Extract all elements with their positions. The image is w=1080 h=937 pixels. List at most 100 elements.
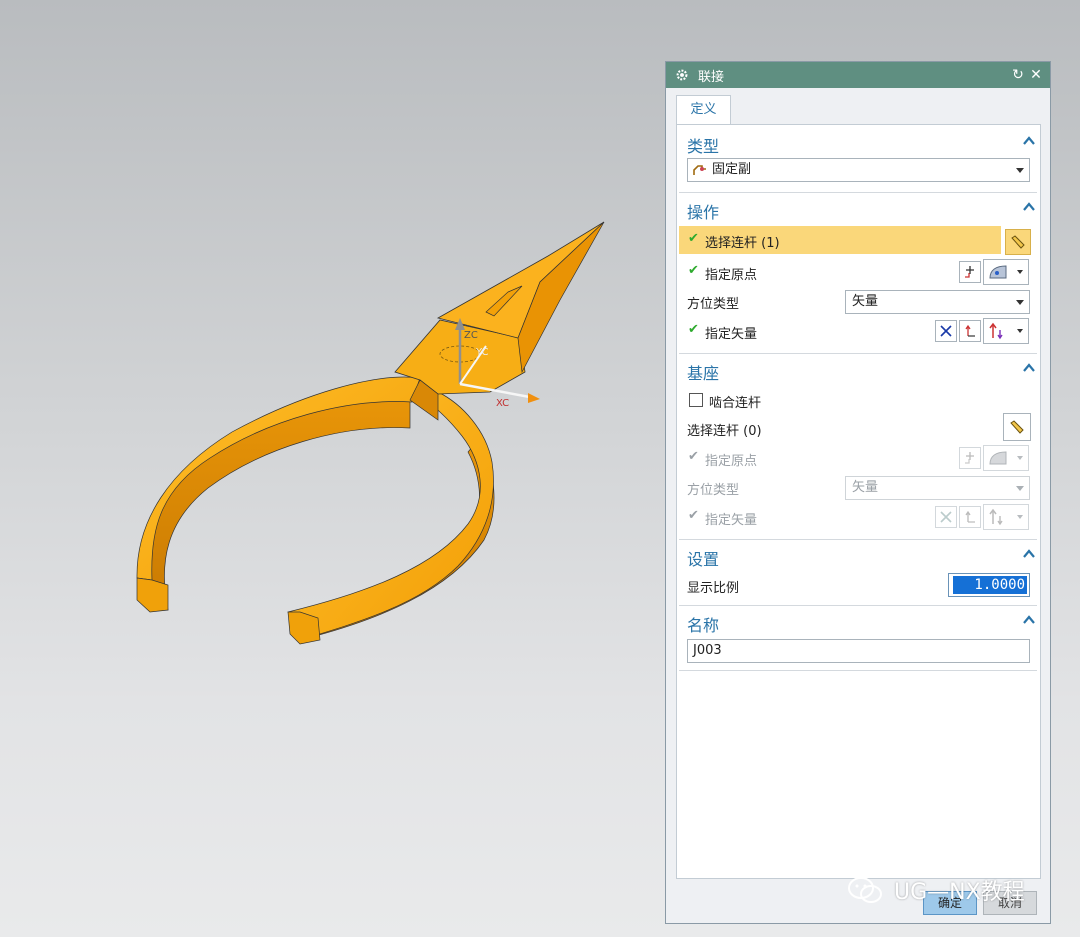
base-orientation-label: 方位类型 xyxy=(687,483,740,498)
chevron-down-icon xyxy=(1017,270,1023,274)
name-input[interactable]: J003 xyxy=(687,639,1030,663)
inferred-vector-icon xyxy=(989,322,1003,340)
action-origin-label: 指定原点 xyxy=(705,268,758,283)
snap-link-row[interactable]: 啮合连杆 xyxy=(687,386,1029,414)
base-select-link-label: 选择连杆 (0) xyxy=(687,424,762,439)
link-pencil-icon xyxy=(1011,235,1025,249)
divider xyxy=(679,539,1037,540)
yc-label: YC xyxy=(475,347,489,358)
check-icon: ✔ xyxy=(688,322,699,337)
display-scale-label: 显示比例 xyxy=(687,581,740,596)
divider xyxy=(679,192,1037,193)
inferred-point-dropdown[interactable] xyxy=(983,259,1029,285)
point-plus-icon xyxy=(965,266,974,278)
section-action-label: 操作 xyxy=(687,203,720,222)
inferred-point-icon xyxy=(989,265,1007,279)
type-select[interactable]: 固定副 xyxy=(687,158,1030,182)
base-vector-label: 指定矢量 xyxy=(705,513,758,528)
action-orientation-select[interactable]: 矢量 xyxy=(845,290,1030,314)
action-select-link-label: 选择连杆 (1) xyxy=(705,236,780,251)
base-select-link-button[interactable] xyxy=(1003,413,1031,441)
section-base-label: 基座 xyxy=(687,364,720,383)
type-select-value: 固定副 xyxy=(712,162,752,177)
vector-icon xyxy=(965,324,975,337)
chevron-up-icon[interactable] xyxy=(1021,360,1037,376)
close-icon[interactable]: ✕ xyxy=(1028,67,1044,83)
joint-dialog: 联接 ↻ ✕ 定义 类型 固定副 操作 ✔ 选择连杆 (1) ✔ 指定原点 方位… xyxy=(665,61,1051,924)
base-select-link-row[interactable]: 选择连杆 (0) xyxy=(687,414,1029,442)
check-icon: ✔ xyxy=(688,508,699,523)
section-action-header[interactable]: 操作 xyxy=(687,197,1037,222)
dialog-title: 联接 xyxy=(698,69,725,85)
x-axis-arrowhead xyxy=(528,393,540,403)
gear-icon xyxy=(676,69,688,81)
chevron-down-icon xyxy=(1017,515,1023,519)
action-orientation-label: 方位类型 xyxy=(687,297,740,312)
dialog-titlebar[interactable]: 联接 ↻ ✕ xyxy=(666,62,1050,88)
pliers-model[interactable]: ZC YC XC xyxy=(0,0,660,937)
base-reverse-direction-button[interactable] xyxy=(935,506,957,528)
reverse-direction-icon xyxy=(940,325,952,337)
section-settings-header[interactable]: 设置 xyxy=(687,544,1037,569)
display-scale-value: 1.0000 xyxy=(953,576,1027,594)
base-origin-label: 指定原点 xyxy=(705,454,758,469)
watermark: UG—NX教程 xyxy=(846,872,1025,908)
base-point-dialog-button[interactable] xyxy=(959,447,981,469)
chevron-up-icon[interactable] xyxy=(1021,133,1037,149)
action-vector-label: 指定矢量 xyxy=(705,327,758,342)
graphics-viewport[interactable]: ZC YC XC xyxy=(0,0,660,937)
base-orientation-value: 矢量 xyxy=(852,480,879,495)
snap-link-label: 啮合连杆 xyxy=(709,396,762,411)
upper-jaw xyxy=(436,221,605,339)
section-name-header[interactable]: 名称 xyxy=(687,610,1037,635)
chevron-up-icon[interactable] xyxy=(1021,199,1037,215)
reset-icon[interactable]: ↻ xyxy=(1010,67,1026,83)
chevron-down-icon xyxy=(1016,168,1024,173)
check-icon: ✔ xyxy=(688,263,699,278)
display-scale-input[interactable]: 1.0000 xyxy=(948,573,1030,597)
chevron-down-icon xyxy=(1016,486,1024,491)
divider xyxy=(679,605,1037,606)
reverse-direction-icon xyxy=(940,511,952,523)
divider xyxy=(679,353,1037,354)
vector-dialog-button[interactable] xyxy=(959,320,981,342)
check-icon: ✔ xyxy=(688,449,699,464)
chevron-down-icon xyxy=(1017,456,1023,460)
chevron-up-icon[interactable] xyxy=(1021,612,1037,628)
section-base-header[interactable]: 基座 xyxy=(687,358,1037,383)
dialog-panel: 类型 固定副 操作 ✔ 选择连杆 (1) ✔ 指定原点 方位类型 矢量 ✔ 指定… xyxy=(676,124,1041,879)
section-type-header[interactable]: 类型 xyxy=(687,131,1037,156)
wechat-icon xyxy=(848,877,882,903)
right-handle-end xyxy=(287,611,321,645)
inferred-point-icon xyxy=(989,451,1007,465)
base-inferred-vector-dropdown[interactable] xyxy=(983,504,1029,530)
base-orientation-select[interactable]: 矢量 xyxy=(845,476,1030,500)
vector-icon xyxy=(965,510,975,523)
base-vector-dialog-button[interactable] xyxy=(959,506,981,528)
chevron-down-icon xyxy=(1016,300,1024,305)
inferred-vector-dropdown[interactable] xyxy=(983,318,1029,344)
xc-label: XC xyxy=(496,398,509,409)
base-inferred-point-dropdown[interactable] xyxy=(983,445,1029,471)
zc-label: ZC xyxy=(464,330,478,341)
link-pencil-icon xyxy=(1010,420,1024,434)
inferred-vector-icon xyxy=(989,508,1003,526)
section-settings-label: 设置 xyxy=(687,550,720,569)
chevron-up-icon[interactable] xyxy=(1021,546,1037,562)
left-handle-side xyxy=(142,399,411,611)
tab-definition[interactable]: 定义 xyxy=(676,95,731,125)
snap-link-checkbox[interactable] xyxy=(689,393,703,407)
point-plus-icon xyxy=(965,452,974,464)
divider xyxy=(679,670,1037,671)
chevron-down-icon xyxy=(1017,329,1023,333)
action-orientation-value: 矢量 xyxy=(852,294,879,309)
point-dialog-button[interactable] xyxy=(959,261,981,283)
fixed-joint-icon xyxy=(693,165,706,175)
check-icon: ✔ xyxy=(688,231,699,246)
select-link-button[interactable] xyxy=(1005,229,1031,255)
section-name-label: 名称 xyxy=(687,616,720,635)
section-type-label: 类型 xyxy=(687,137,720,156)
action-select-link-row[interactable]: ✔ 选择连杆 (1) xyxy=(687,226,1029,254)
reverse-direction-button[interactable] xyxy=(935,320,957,342)
watermark-text: UG—NX教程 xyxy=(894,880,1025,905)
